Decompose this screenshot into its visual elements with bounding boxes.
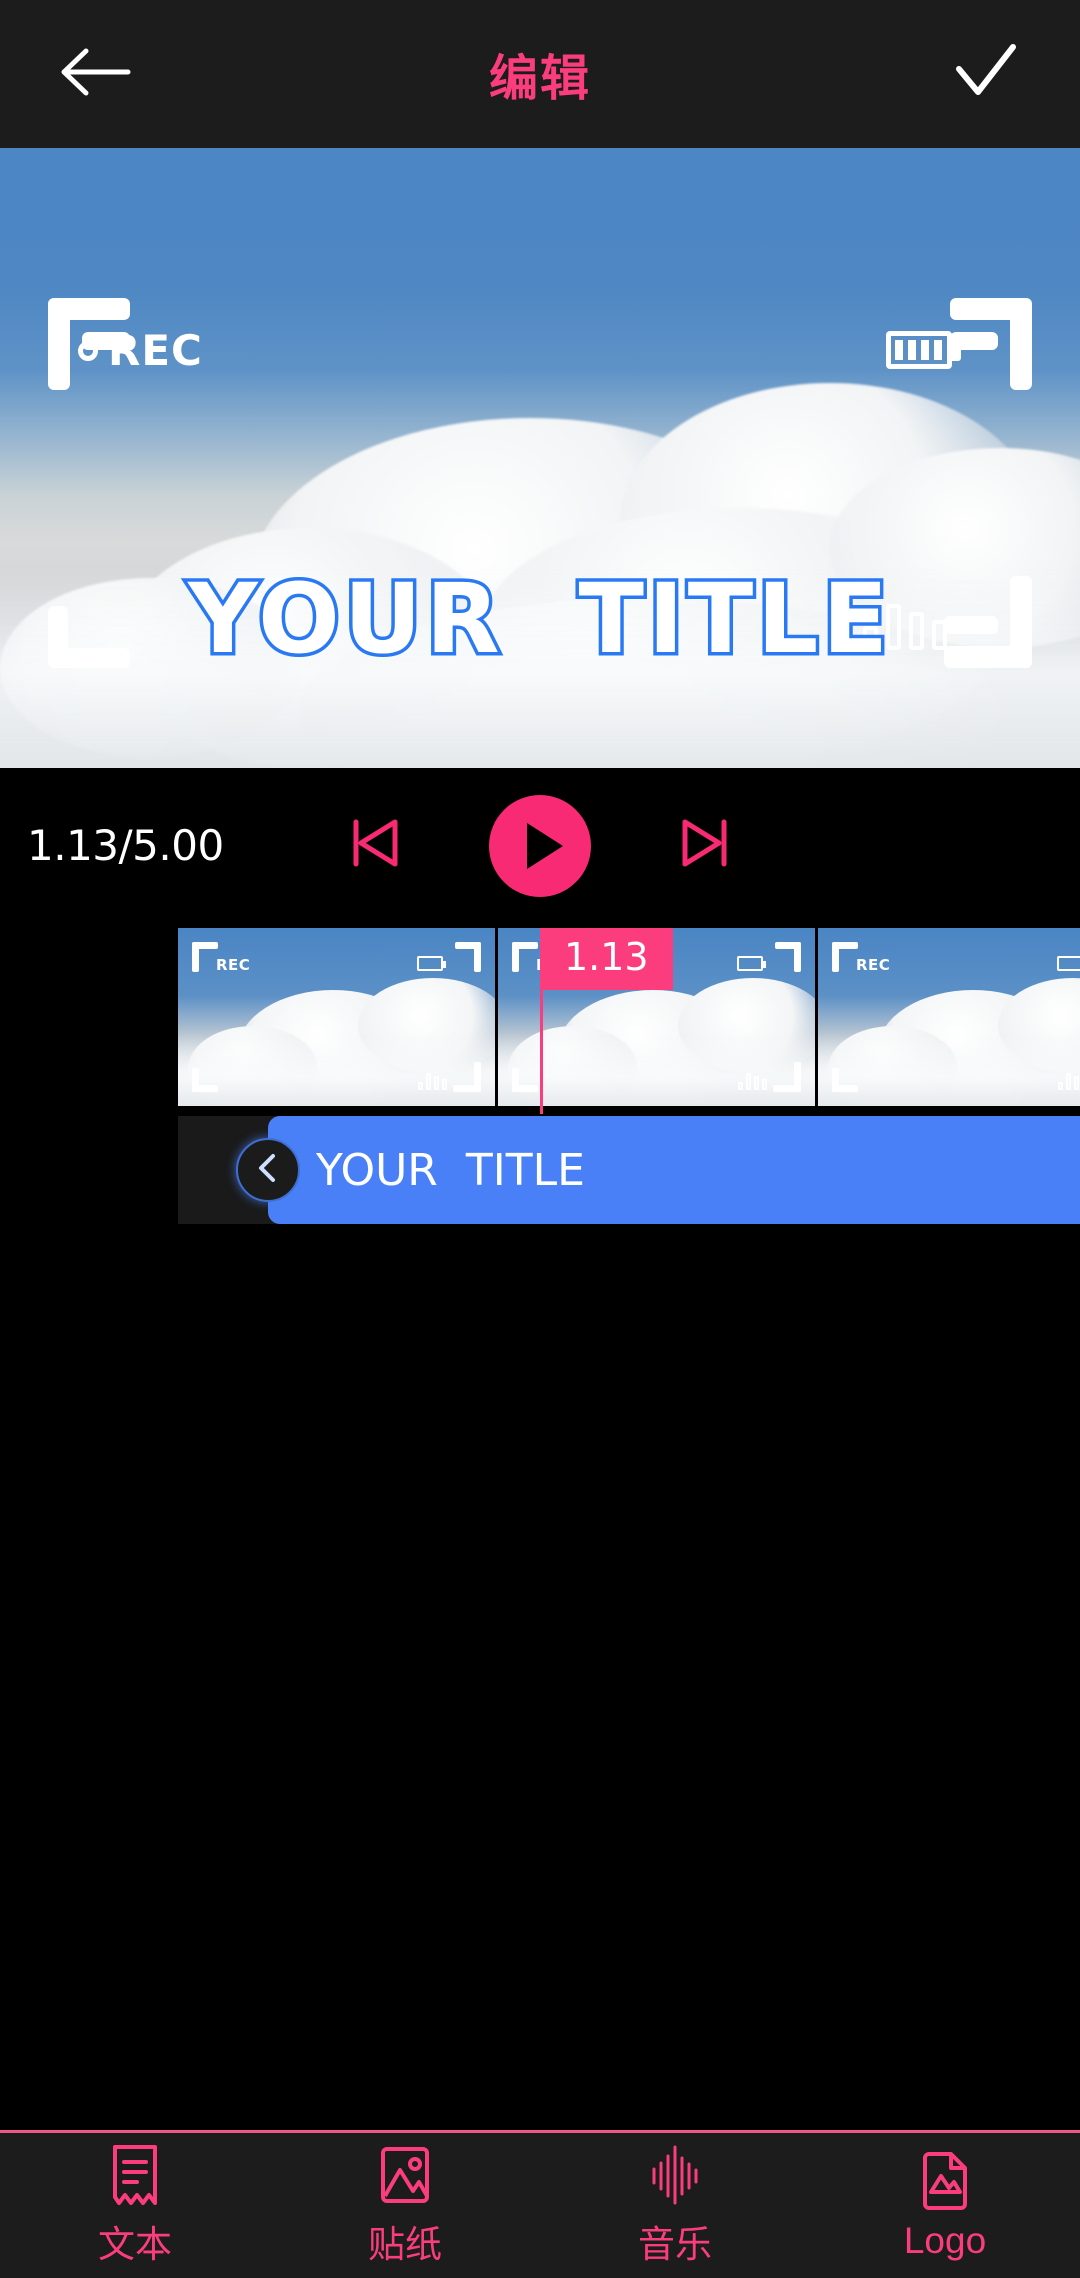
playback-controls: 1.13/5.00: [0, 768, 1080, 923]
bottom-navigation: 文本 贴纸 音乐 Logo: [0, 2133, 1080, 2278]
corner-bracket-top-left-icon: [512, 942, 538, 972]
text-document-icon: [107, 2144, 163, 2206]
battery-icon: [737, 956, 766, 971]
corner-bracket-bottom-left-icon: [512, 1068, 538, 1092]
battery-icon: [417, 956, 446, 971]
corner-bracket-top-right-icon: [950, 298, 1032, 390]
page-title: 编辑: [488, 51, 591, 106]
nav-item-music[interactable]: 音乐: [540, 2144, 810, 2268]
signal-bars-icon: [418, 1073, 447, 1090]
corner-bracket-top-right-icon: [455, 942, 481, 972]
skip-previous-button[interactable]: [337, 809, 411, 883]
video-preview[interactable]: REC YOUR TITLE: [0, 148, 1080, 768]
transport-controls: [0, 794, 1080, 897]
signal-bars-icon: [738, 1073, 767, 1090]
skip-next-button[interactable]: [669, 809, 743, 883]
text-track[interactable]: YOUR TITLE: [178, 1116, 1080, 1224]
battery-icon: [1057, 956, 1080, 971]
rec-indicator: REC: [78, 326, 203, 375]
text-clip-label: YOUR TITLE: [316, 1144, 585, 1196]
corner-bracket-top-left-icon: [832, 942, 858, 972]
corner-bracket-bottom-left-icon: [192, 1068, 218, 1092]
chevron-left-icon: [251, 1151, 285, 1190]
rec-label: REC: [216, 956, 251, 974]
corner-bracket-top-right-icon: [775, 942, 801, 972]
text-clip-left-handle[interactable]: [236, 1138, 300, 1202]
nav-item-logo[interactable]: Logo: [810, 2150, 1080, 2262]
record-dot-icon: [78, 340, 98, 361]
nav-label: 音乐: [638, 2223, 712, 2265]
playhead-time-label: 1.13: [540, 928, 673, 990]
corner-bracket-top-left-icon: [192, 942, 218, 972]
video-title-overlay[interactable]: YOUR TITLE: [0, 560, 1080, 679]
signal-bars-icon: [1058, 1073, 1080, 1090]
filmstrip-thumbnail[interactable]: REC: [178, 928, 498, 1106]
skip-next-icon: [675, 812, 737, 879]
nav-item-text[interactable]: 文本: [0, 2144, 270, 2268]
sticker-image-icon: [377, 2144, 433, 2206]
filmstrip-thumbnail[interactable]: REC: [818, 928, 1080, 1106]
nav-label: 文本: [98, 2223, 172, 2265]
timeline-area[interactable]: REC REC 1.13 YOUR TITLE: [0, 923, 1080, 2130]
corner-bracket-bottom-right-icon: [453, 1062, 481, 1092]
corner-bracket-bottom-right-icon: [773, 1062, 801, 1092]
battery-icon: [886, 331, 961, 369]
rec-label: REC: [856, 956, 891, 974]
text-clip[interactable]: YOUR TITLE: [268, 1116, 1080, 1224]
app-header: 编辑: [0, 0, 1080, 148]
logo-file-image-icon: [917, 2150, 973, 2212]
nav-label: 贴纸: [368, 2223, 442, 2265]
play-icon: [526, 822, 563, 869]
playhead[interactable]: 1.13: [540, 928, 673, 1114]
play-button[interactable]: [489, 794, 591, 897]
video-editor-screen: 编辑 REC YOUR TITLE 1.13/5.00 REC REC 1.13…: [0, 0, 1080, 2278]
nav-item-sticker[interactable]: 贴纸: [270, 2144, 540, 2268]
rec-label: REC: [108, 326, 203, 375]
nav-label: Logo: [903, 2219, 987, 2261]
music-waveform-icon: [647, 2144, 703, 2206]
skip-previous-icon: [343, 812, 405, 879]
corner-bracket-bottom-left-icon: [832, 1068, 858, 1092]
